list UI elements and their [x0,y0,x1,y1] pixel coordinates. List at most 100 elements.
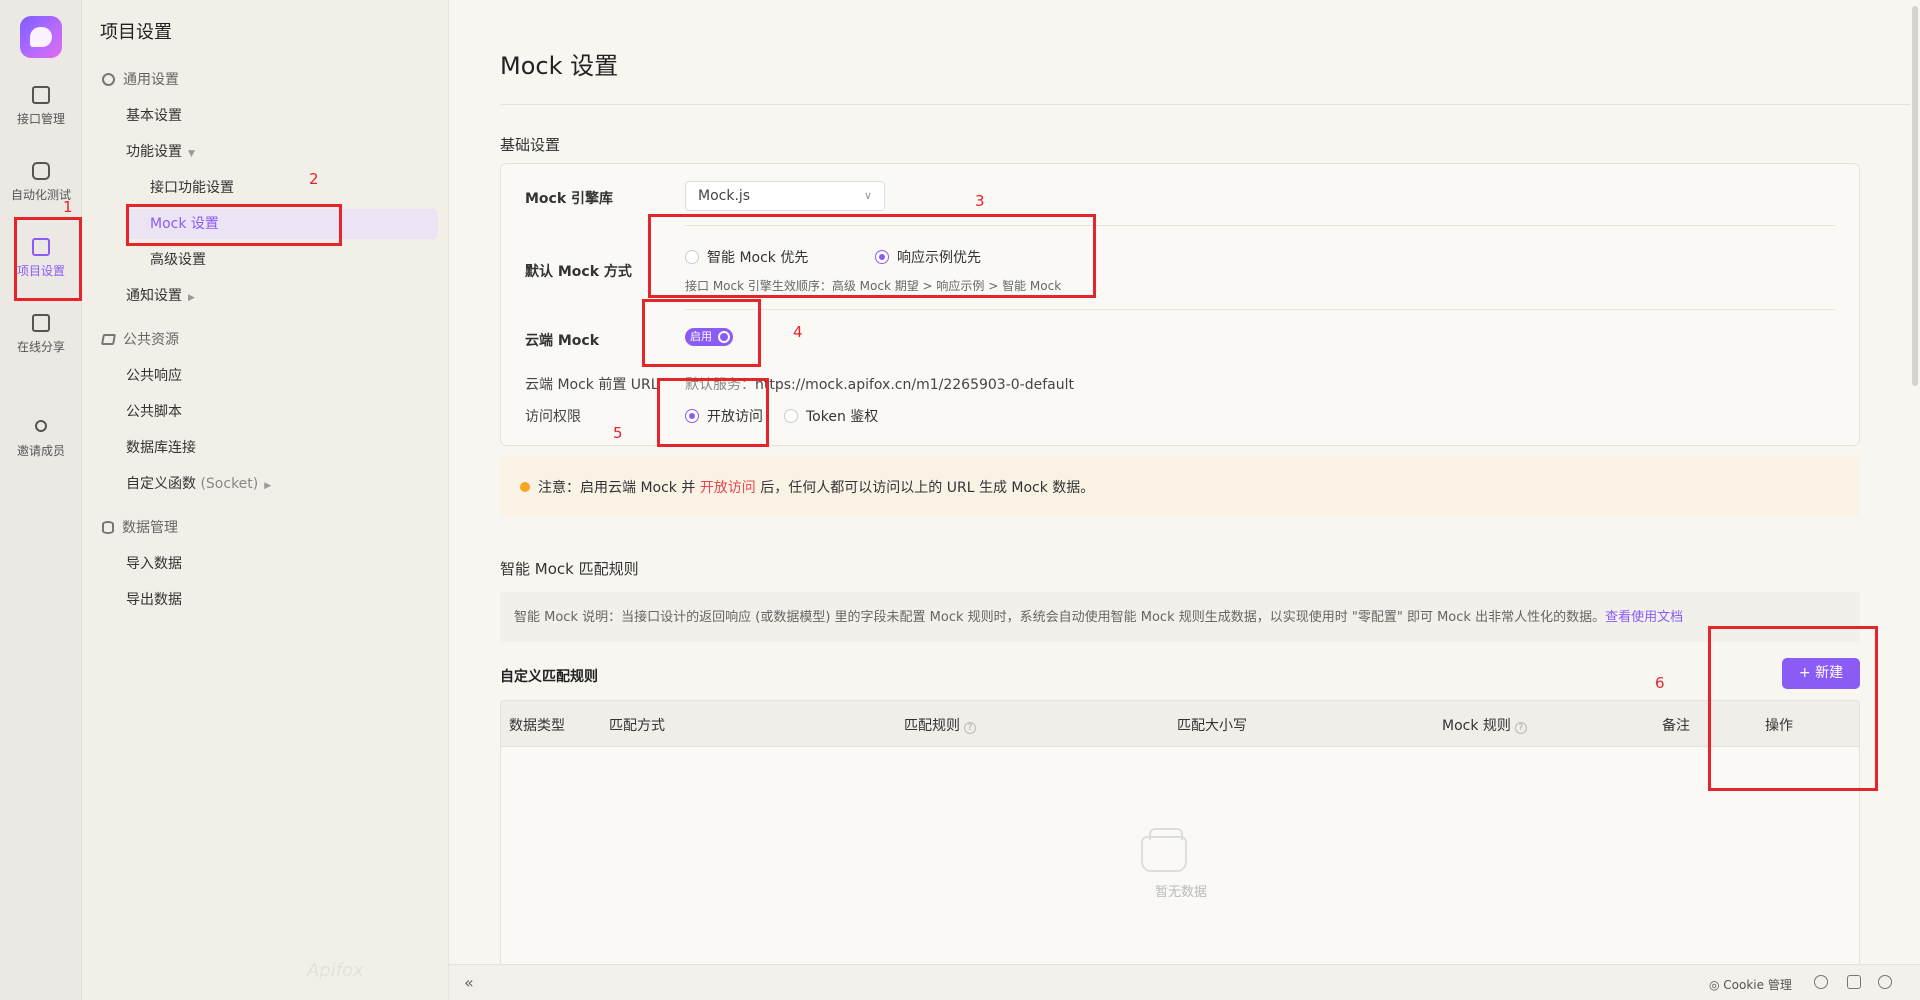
nav-item-label: 公共响应 [126,368,182,384]
chevron-down-icon: ∨ [863,189,872,202]
nav-item-feature[interactable]: 功能设置 ▼ [82,137,442,167]
nav-item-label: 公共脚本 [126,404,182,420]
custom-rules-title: 自定义匹配规则 [500,669,598,685]
annotation-number-2: 2 [309,170,319,188]
nav-item-label: 导入数据 [126,556,182,572]
app-logo[interactable] [20,16,62,58]
nav-item-public-script[interactable]: 公共脚本 [82,397,442,427]
col-match-mode: 匹配方式 [609,718,665,734]
col-match-rule: 匹配规则? [904,715,976,735]
url-value: https://mock.apifox.cn/m1/2265903-0-defa… [755,377,1074,393]
nav-group-general: 通用设置 [82,65,442,95]
notice-pre: 注意：启用云端 Mock 并 [538,480,696,496]
gear-icon [102,73,115,86]
share-doc-icon [32,314,50,332]
nav-item-label: 基本设置 [126,108,182,124]
nav-item-basic[interactable]: 基本设置 [82,101,442,131]
watermark-logo: Apifox [307,960,364,981]
page-title: Mock 设置 [500,52,619,80]
cookie-icon: ◎ [1709,978,1724,992]
nav-group-data: 数据管理 [82,513,442,543]
row-divider [685,309,1835,310]
rail-item-label: 在线分享 [16,340,65,354]
engine-value: Mock.js [698,188,751,204]
col-label: 匹配规则 [904,718,960,734]
icon-rail: 接口管理 自动化测试 项目设置 在线分享 邀请成员 [0,0,82,1000]
nav-item-import[interactable]: 导入数据 [82,549,442,579]
nav-title: 项目设置 [100,22,172,43]
basic-section-title: 基础设置 [500,136,561,154]
nav-group-label: 公共资源 [123,332,179,348]
help-circle-icon[interactable] [1878,975,1892,989]
status-bar: « ◎ Cookie 管理 [449,964,1920,1000]
caret-right-icon: ▶ [264,481,272,491]
radio-token-auth[interactable]: Token 鉴权 [784,406,878,426]
help-icon[interactable]: ? [964,722,976,734]
nav-item-db-conn[interactable]: 数据库连接 [82,433,442,463]
annotation-box-2 [126,204,342,246]
caret-right-icon: ▶ [188,293,195,303]
col-note: 备注 [1662,718,1690,734]
smart-mock-description: 智能 Mock 说明：当接口设计的返回响应 (或数据模型) 里的字段未配置 Mo… [500,592,1860,642]
empty-box-icon [1141,828,1187,872]
nav-item-label: 接口功能设置 [150,180,234,196]
annotation-box-4 [642,299,761,367]
warning-dot-icon [520,482,530,492]
layers-icon [101,334,116,345]
annotation-box-1 [14,217,82,301]
nav-item-export[interactable]: 导出数据 [82,585,442,615]
upload-icon[interactable] [1814,975,1828,989]
nav-item-label: 通知设置 [126,288,182,304]
smart-section-title: 智能 Mock 匹配规则 [500,560,639,578]
help-icon[interactable]: ? [1514,722,1527,734]
docs-link[interactable]: 查看使用文档 [1605,610,1683,625]
collapse-sidebar-button[interactable]: « [464,973,474,992]
scrollbar[interactable] [1912,6,1918,386]
url-label: 云端 Mock 前置 URL [525,377,659,393]
rail-item-invite[interactable]: 邀请成员 [0,412,82,474]
cloud-mock-label: 云端 Mock [525,333,600,349]
nav-group-public: 公共资源 [82,325,442,355]
default-mode-label: 默认 Mock 方式 [525,264,632,280]
nav-group-label: 通用设置 [123,72,179,88]
notice-highlight: 开放访问 [699,480,756,496]
nav-item-notify[interactable]: 通知设置 ▶ [82,281,442,311]
table-header: 数据类型 匹配方式 匹配规则? 匹配大小写 Mock 规则? 备注 操作 [501,701,1859,747]
settings-nav: 项目设置 通用设置 基本设置 功能设置 ▼ 接口功能设置 Mock 设置 高级设置… [82,0,449,1000]
nav-item-public-response[interactable]: 公共响应 [82,361,442,391]
nav-item-label: 高级设置 [150,252,206,268]
annotation-number-1: 1 [63,198,73,216]
annotation-number-6: 6 [1655,674,1665,692]
nav-item-advanced[interactable]: 高级设置 [82,245,442,275]
notice-text: 注意：启用云端 Mock 并 开放访问 后，任何人都可以访问以上的 URL 生成… [538,477,1094,497]
desc-text: 智能 Mock 说明：当接口设计的返回响应 (或数据模型) 里的字段未配置 Mo… [514,610,1606,625]
nav-group-label: 数据管理 [122,520,178,536]
nav-item-label: 自定义函数 [126,476,196,492]
empty-text: 暂无数据 [1154,885,1207,900]
col-case: 匹配大小写 [1177,718,1247,734]
add-user-icon [35,420,47,432]
nav-item-suffix: (Socket) [200,476,259,492]
annotation-number-3: 3 [975,192,985,210]
col-mock-rule: Mock 规则? [1442,715,1527,735]
divider [500,104,1910,105]
shirt-icon[interactable] [1847,975,1861,989]
engine-label: Mock 引擎库 [525,191,614,207]
cookie-label: Cookie 管理 [1723,978,1792,992]
notice-post: 后，任何人都可以访问以上的 URL 生成 Mock 数据。 [760,480,1095,496]
auto-test-icon [32,162,50,180]
annotation-box-5 [657,378,769,447]
rail-item-label: 自动化测试 [10,188,71,202]
nav-item-api-feature[interactable]: 接口功能设置 [82,173,442,203]
rail-item-online-share[interactable]: 在线分享 [0,308,82,370]
cookie-manager-button[interactable]: ◎ Cookie 管理 [1709,976,1792,993]
caret-down-icon: ▼ [188,149,195,159]
rail-item-label: 接口管理 [16,112,65,126]
engine-select[interactable]: Mock.js ∨ [685,181,885,211]
nav-item-custom-func[interactable]: 自定义函数 (Socket) ▶ [82,469,442,499]
col-data-type: 数据类型 [509,718,565,734]
access-label: 访问权限 [525,409,581,425]
annotation-number-4: 4 [793,323,803,341]
rail-item-api-management[interactable]: 接口管理 [0,80,82,142]
rules-table: 数据类型 匹配方式 匹配规则? 匹配大小写 Mock 规则? 备注 操作 暂无数… [500,700,1860,970]
